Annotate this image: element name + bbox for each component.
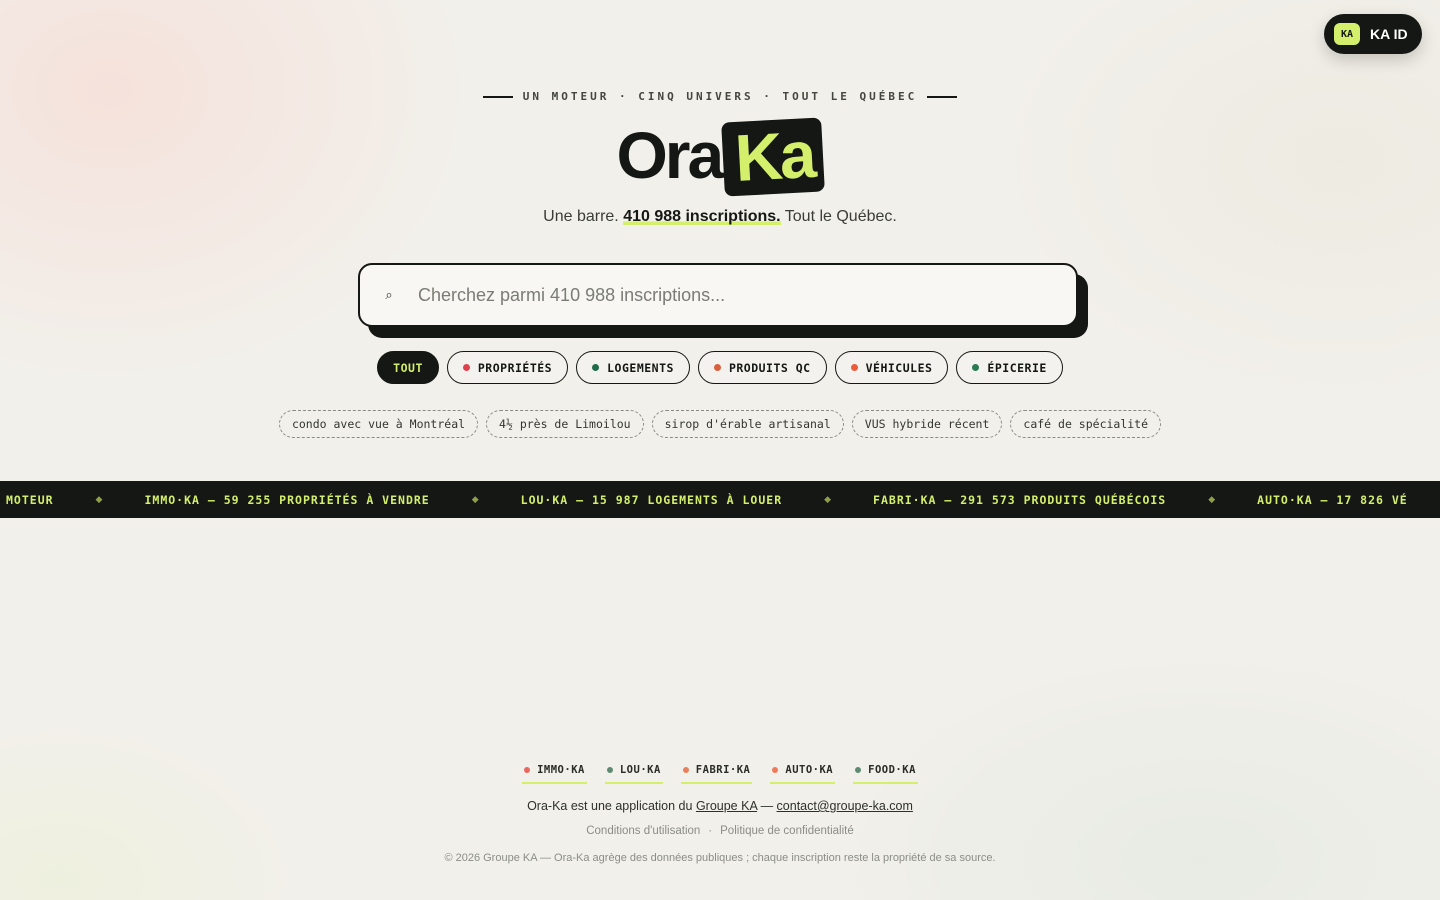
eyebrow-text: UN MOTEUR · CINQ UNIVERS · TOUT LE QUÉBE… [522, 90, 918, 103]
ka-id-label: KA ID [1370, 26, 1408, 42]
footer-dot-icon [682, 767, 689, 773]
category-label: PRODUITS QC [728, 360, 811, 375]
logo-ora: Ora [616, 118, 724, 192]
footer-dot-icon [606, 767, 613, 773]
stats-ticker: MOTEUR ◆ IMMO·KA — 59 255 PROPRIÉTÉS À VEN… [0, 481, 1440, 518]
footer-app-prefix: Ora-Ka est une application du [527, 799, 696, 813]
category-label: VÉHICULES [865, 360, 933, 375]
category-pill[interactable]: PROPRIÉTÉS [446, 351, 569, 384]
footer-dot-icon [524, 767, 531, 773]
footer-dot-icon [772, 767, 779, 773]
suggestion-chip[interactable]: sirop d'érable artisanal [651, 410, 844, 438]
ticker-diamond-icon: ◆ [471, 494, 479, 504]
footer-app-link[interactable]: LOU·KA [604, 764, 663, 784]
logo: Ora Ka [0, 116, 1440, 197]
footer-link-label: AUTO·KA [785, 764, 834, 776]
category-label: TOUT [393, 360, 423, 375]
category-pill[interactable]: VÉHICULES [834, 351, 949, 384]
suggestion-chip[interactable]: café de spécialité [1010, 410, 1162, 438]
ka-id-badge: KA [1334, 23, 1360, 45]
footer-dot-icon [855, 767, 862, 773]
footer-link-label: LOU·KA [619, 764, 661, 776]
footer-link-label: FOOD·KA [868, 764, 916, 776]
footer-dash: — [757, 799, 777, 813]
legal-separator: · [708, 825, 713, 837]
logo-ka: Ka [721, 117, 826, 197]
footer-app-links: IMMO·KA LOU·KA FABRI·KA AUTO·KA FOOD·KA [0, 764, 1440, 784]
privacy-link[interactable]: Politique de confidentialité [720, 825, 854, 837]
category-label: PROPRIÉTÉS [477, 360, 553, 375]
eyebrow-line-right [927, 95, 958, 98]
ka-id-button[interactable]: KA KA ID [1324, 14, 1422, 54]
tagline: Une barre. 410 988 inscriptions. Tout le… [0, 208, 1440, 226]
ticker-item: MOTEUR [6, 492, 54, 507]
ticker-item: IMMO·KA — 59 255 PROPRIÉTÉS À VENDRE [144, 492, 430, 507]
category-dot-icon [462, 364, 470, 371]
ticker-item: FABRI·KA — 291 573 PRODUITS QUÉBÉCOIS [873, 492, 1167, 507]
footer-link-label: IMMO·KA [537, 764, 585, 776]
contact-email-link[interactable]: contact@groupe-ka.com [777, 799, 913, 813]
suggestion-chip[interactable]: VUS hybride récent [851, 410, 1003, 438]
ticker-item: AUTO·KA — 17 826 VÉ [1257, 492, 1408, 507]
tagline-after: Tout le Québec. [780, 208, 897, 225]
category-pill[interactable]: ÉPICERIE [956, 351, 1063, 384]
groupe-ka-link[interactable]: Groupe KA [696, 799, 757, 813]
category-dot-icon [972, 364, 980, 371]
terms-link[interactable]: Conditions d'utilisation [586, 825, 700, 837]
category-pill[interactable]: LOGEMENTS [576, 351, 690, 384]
ticker-item: LOU·KA — 15 987 LOGEMENTS À LOUER [520, 492, 783, 507]
suggestion-chip[interactable]: 4½ près de Limoilou [486, 410, 644, 438]
footer-app-link[interactable]: AUTO·KA [770, 764, 836, 784]
footer-app-link[interactable]: IMMO·KA [522, 764, 587, 784]
category-label: LOGEMENTS [607, 360, 674, 375]
footer-copyright: © 2026 Groupe KA — Ora-Ka agrège des don… [444, 852, 996, 864]
tagline-before: Une barre. [543, 208, 624, 225]
category-dot-icon [850, 364, 858, 371]
footer-link-label: FABRI·KA [695, 764, 751, 776]
category-label: ÉPICERIE [987, 360, 1047, 375]
search-input[interactable] [418, 284, 1076, 306]
suggestion-chip[interactable]: condo avec vue à Montréal [278, 410, 479, 438]
category-filters: TOUT PROPRIÉTÉS LOGEMENTS PRODUITS QC VÉHICU… [0, 351, 1440, 384]
footer-app-text: Ora-Ka est une application du Groupe KA … [0, 799, 1440, 813]
suggestion-chips: condo avec vue à Montréal 4½ près de Limo… [0, 410, 1440, 438]
ticker-track: MOTEUR ◆ IMMO·KA — 59 255 PROPRIÉTÉS À VEN… [6, 481, 1408, 518]
ticker-diamond-icon: ◆ [95, 494, 103, 504]
footer-app-link[interactable]: FOOD·KA [853, 764, 918, 784]
eyebrow-line-left [482, 95, 513, 98]
category-dot-icon [713, 364, 721, 371]
ticker-diamond-icon: ◆ [1208, 494, 1216, 504]
footer-legal-links: Conditions d'utilisation · Politique de co… [0, 825, 1440, 837]
footer-app-link[interactable]: FABRI·KA [680, 764, 753, 784]
tagline-highlight: 410 988 inscriptions. [623, 208, 781, 225]
search-icon: ⌕ [385, 287, 393, 302]
category-pill[interactable]: PRODUITS QC [697, 351, 827, 384]
category-pill[interactable]: TOUT [377, 351, 439, 384]
hero-eyebrow: UN MOTEUR · CINQ UNIVERS · TOUT LE QUÉBE… [0, 90, 1440, 103]
ticker-diamond-icon: ◆ [824, 494, 832, 504]
category-dot-icon [592, 364, 600, 371]
search-bar[interactable]: ⌕ [358, 263, 1078, 327]
